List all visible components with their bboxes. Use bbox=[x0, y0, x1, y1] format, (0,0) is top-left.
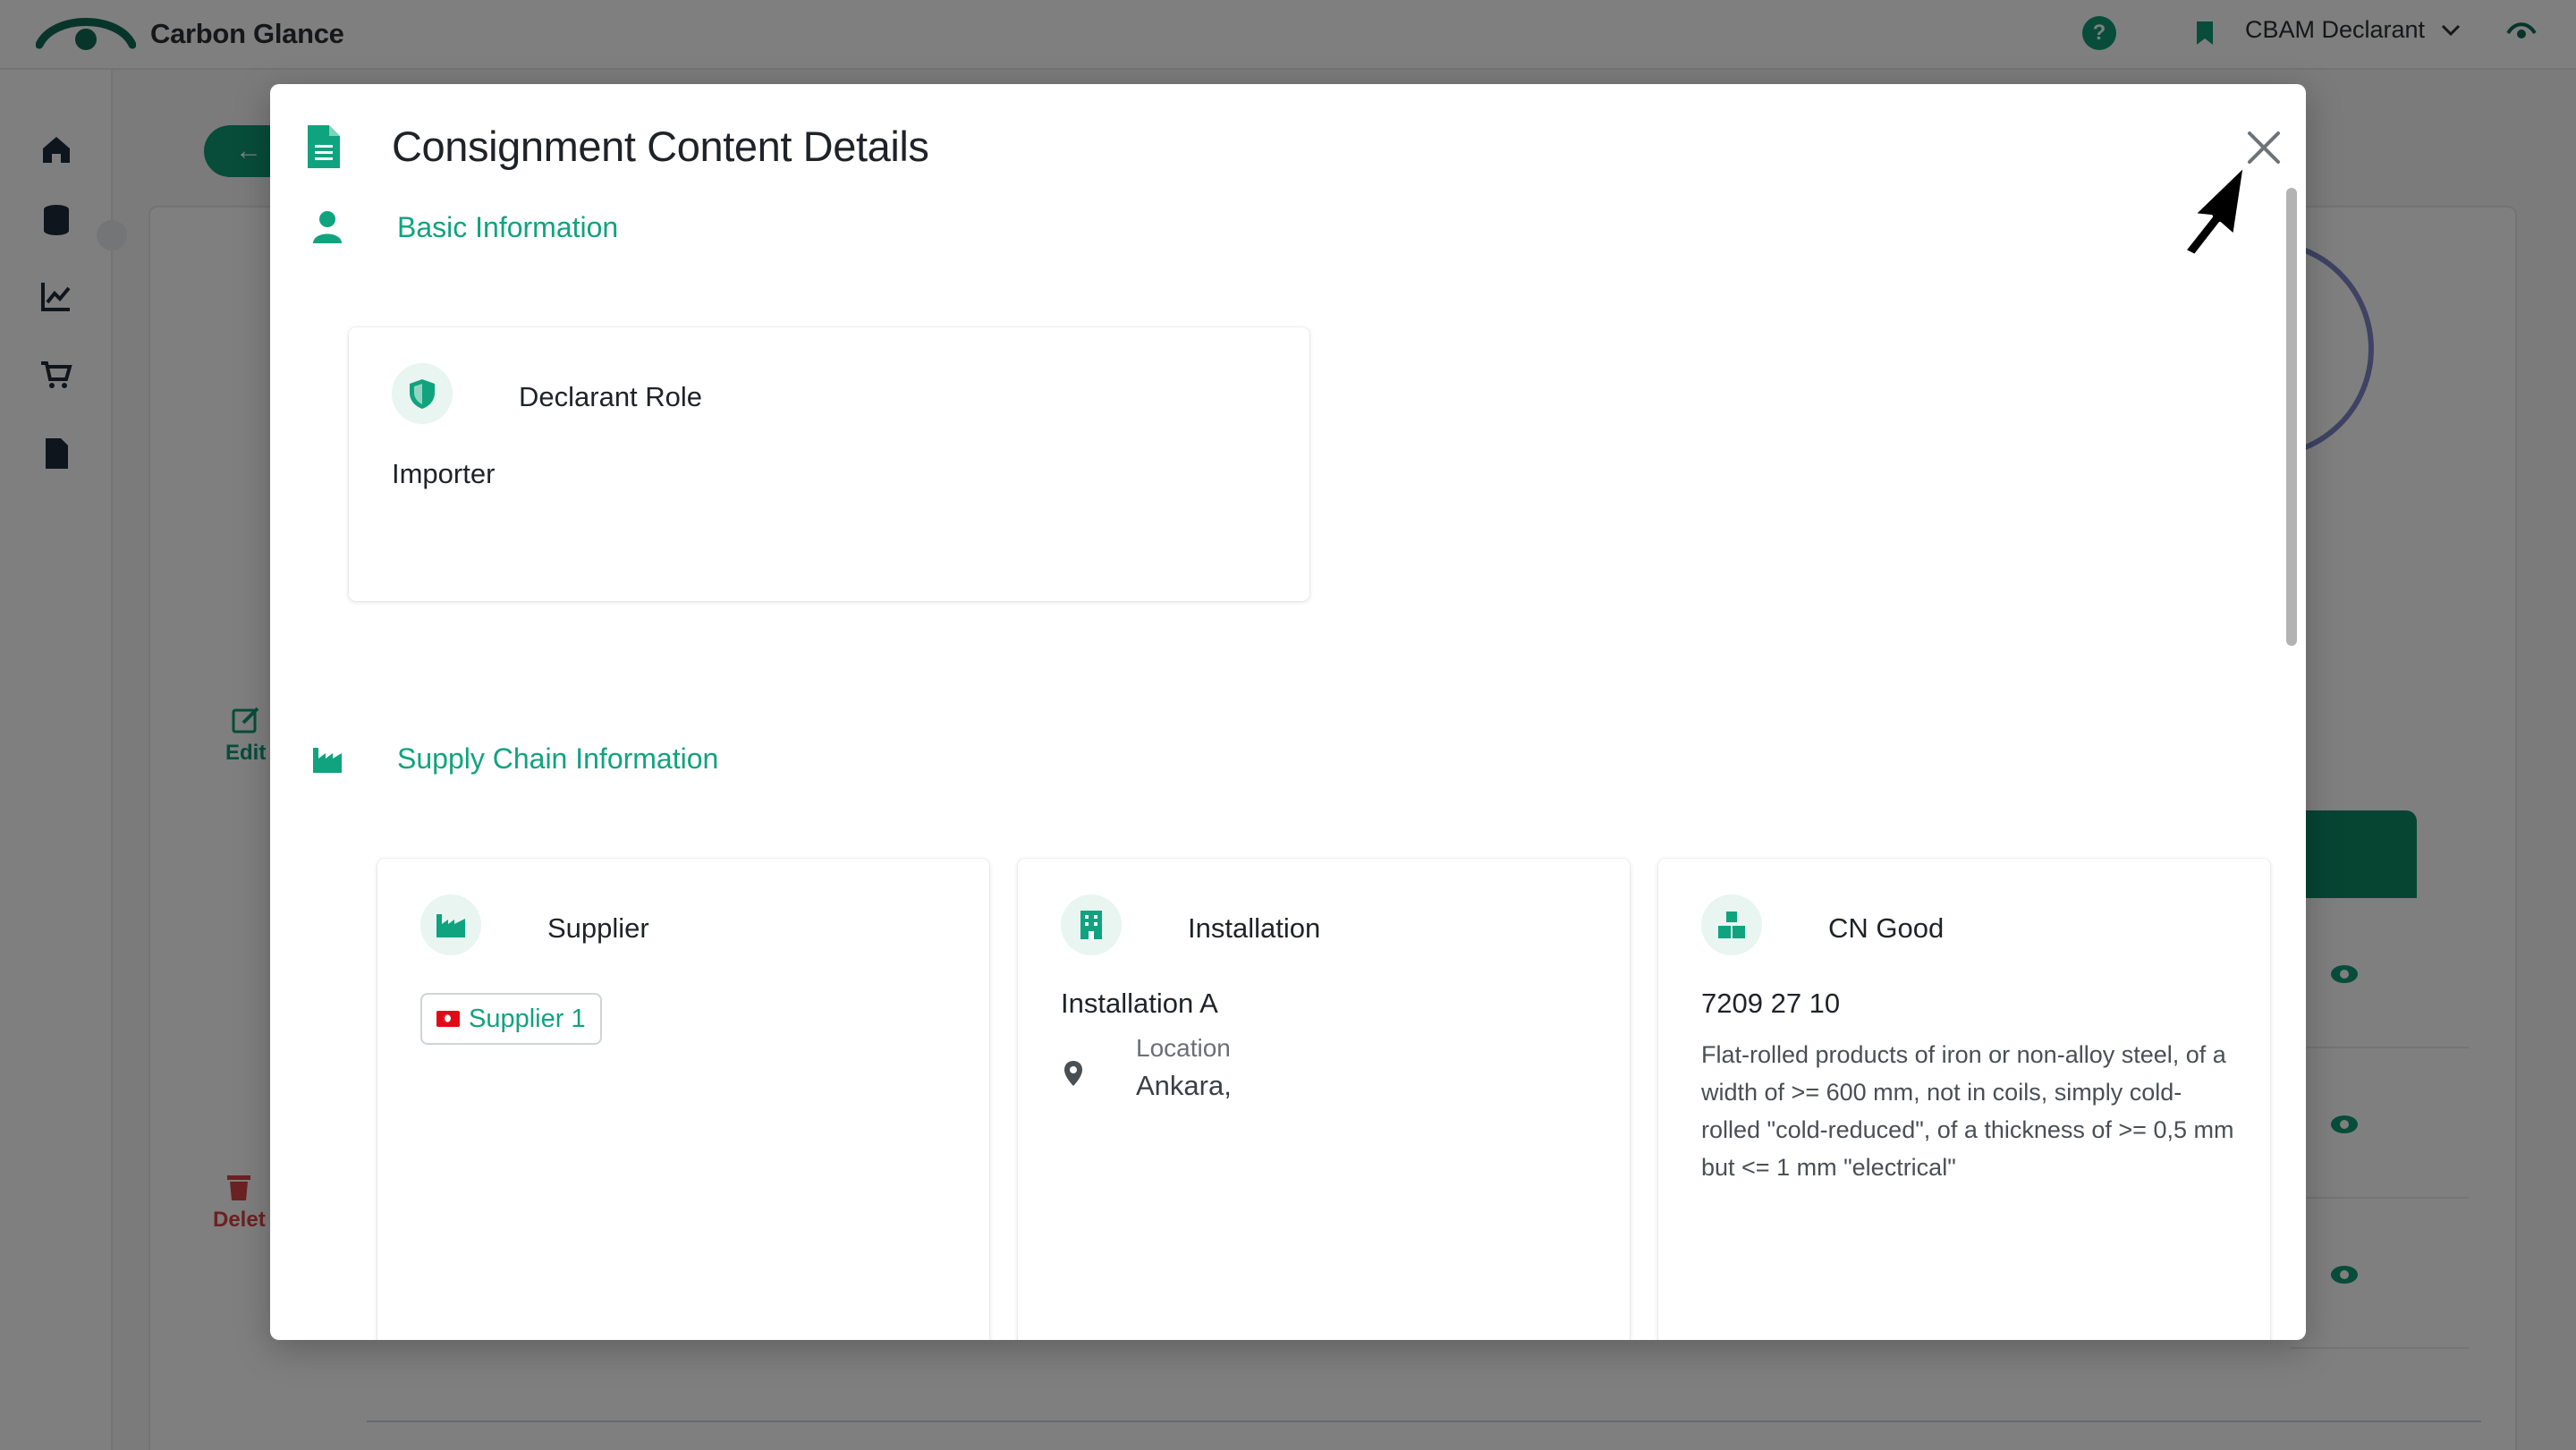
supplier-card: Supplier Supplier 1 bbox=[377, 859, 989, 1340]
file-text-icon bbox=[308, 125, 340, 168]
section-heading: Basic Information bbox=[397, 210, 619, 243]
factory-icon bbox=[313, 748, 342, 773]
cn-code: 7209 27 10 bbox=[1701, 988, 1841, 1019]
cn-good-label: CN Good bbox=[1828, 912, 1945, 944]
mouse-cursor-icon bbox=[2182, 163, 2247, 258]
boxes-icon bbox=[1701, 895, 1762, 955]
consignment-details-modal: Consignment Content Details Basic Inform… bbox=[270, 84, 2306, 1340]
modal-title: Consignment Content Details bbox=[392, 123, 929, 170]
cn-good-card: CN Good 7209 27 10 Flat-rolled products … bbox=[1658, 859, 2270, 1340]
declarant-role-label: Declarant Role bbox=[519, 381, 703, 412]
installation-name: Installation A bbox=[1061, 988, 1218, 1019]
factory-icon bbox=[420, 895, 481, 955]
supplier-chip-label: Supplier 1 bbox=[469, 1004, 586, 1033]
map-pin-icon bbox=[1064, 1061, 1082, 1086]
declarant-role-value: Importer bbox=[392, 458, 496, 489]
supplier-chip[interactable]: Supplier 1 bbox=[420, 993, 602, 1045]
flag-icon bbox=[436, 1011, 460, 1027]
building-icon bbox=[1061, 895, 1122, 955]
installation-card: Installation Installation A Location Ank… bbox=[1018, 859, 1630, 1340]
supplier-label: Supplier bbox=[547, 912, 649, 944]
section-heading: Supply Chain Information bbox=[397, 742, 719, 775]
modal-scrollbar[interactable] bbox=[2286, 188, 2297, 646]
location-value: Ankara, bbox=[1136, 1070, 1232, 1101]
section-supply-chain: Supply Chain Information bbox=[311, 741, 718, 776]
cn-description: Flat-rolled products of iron or non-allo… bbox=[1701, 1041, 2234, 1181]
installation-label: Installation bbox=[1188, 912, 1321, 944]
user-icon bbox=[313, 211, 342, 243]
shield-icon bbox=[392, 363, 453, 424]
location-label: Location bbox=[1136, 1034, 1231, 1062]
section-basic-information: Basic Information bbox=[311, 209, 618, 245]
declarant-role-card: Declarant Role Importer bbox=[349, 327, 1309, 601]
